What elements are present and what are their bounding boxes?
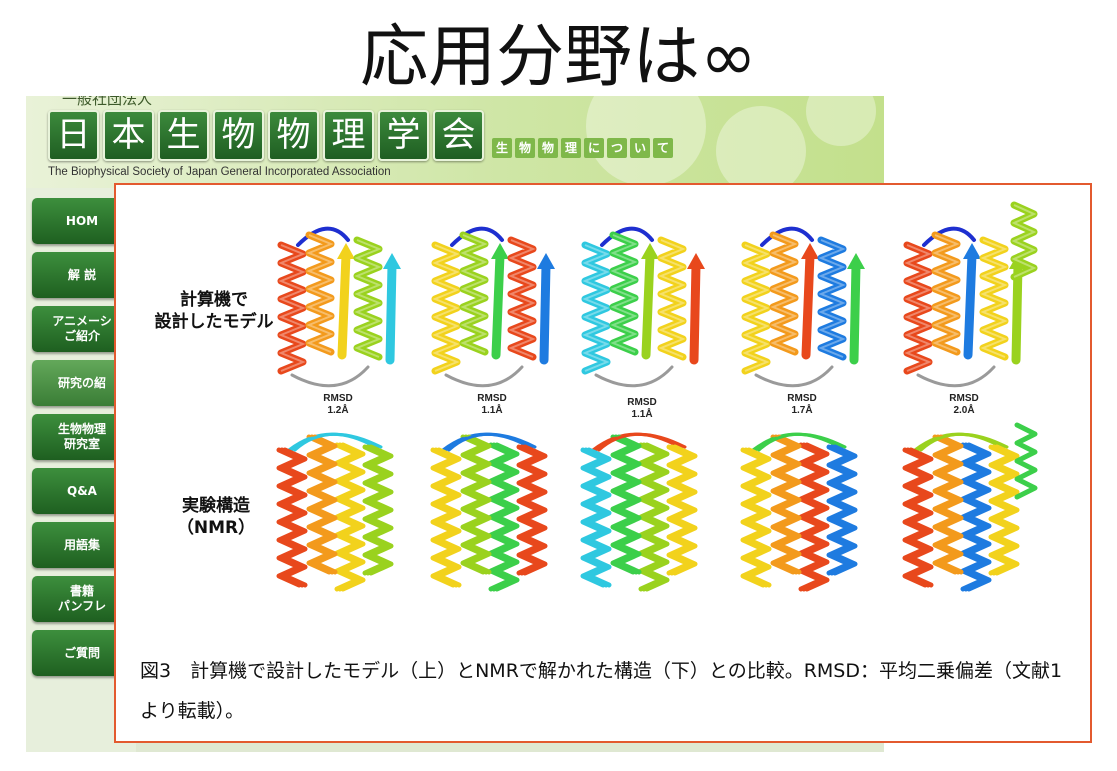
row-label-model: 計算機で 設計したモデル (154, 290, 274, 332)
loop-coil (594, 365, 674, 388)
rmsd-label: RMSD 1.7Å (787, 393, 817, 416)
about-char: い (630, 138, 650, 158)
model-structure (581, 226, 705, 388)
slide-title: 応用分野は∞ (360, 18, 757, 97)
helix-ribbon (804, 442, 830, 592)
rmsd-label: RMSD 2.0Å (949, 393, 979, 416)
beta-strand (385, 260, 397, 365)
model-structure (903, 201, 1038, 388)
logo-char: 物 (213, 110, 264, 161)
beta-strand-arrow (687, 253, 705, 269)
beta-strand-arrow (641, 243, 659, 259)
beta-strand-arrow (337, 243, 355, 259)
nmr-structure (580, 432, 698, 592)
beta-strand-arrow (537, 253, 555, 269)
about-char: 物 (538, 138, 558, 158)
site-header: 一般社団法人 日本生物物理学会 The Biophysical Society … (26, 96, 884, 196)
about-biophysics-link[interactable]: 生物物理について (492, 138, 673, 158)
beta-strand (801, 250, 815, 360)
loop-coil (754, 365, 834, 388)
figure-caption: 図3 計算機で設計したモデル（上）とNMRで解かれた構造（下）との比較。RMSD… (140, 660, 1063, 722)
beta-strand-arrow (491, 243, 509, 259)
about-char: て (653, 138, 673, 158)
beta-strand (849, 260, 861, 365)
beta-strand (337, 250, 351, 360)
rmsd-label: RMSD 1.1Å (627, 397, 657, 420)
helix-ribbon (966, 442, 992, 592)
loop-coil (290, 365, 370, 388)
model-structure (277, 226, 401, 388)
model-structure (431, 226, 555, 388)
logo-char: 日 (48, 110, 99, 161)
logo-char: 学 (378, 110, 429, 161)
society-logo[interactable]: 日本生物物理学会 (48, 110, 484, 161)
rmsd-label: RMSD 1.1Å (477, 393, 507, 416)
beta-strand (539, 260, 551, 365)
rmsd-label: RMSD 1.2Å (323, 393, 353, 416)
nmr-structure (430, 432, 548, 592)
beta-strand (491, 250, 505, 360)
beta-strand (641, 250, 655, 360)
org-type-label: 一般社団法人 (62, 96, 153, 108)
model-structure (741, 226, 865, 388)
about-char: 物 (515, 138, 535, 158)
nmr-structure (276, 432, 394, 592)
about-char: 生 (492, 138, 512, 158)
logo-char: 本 (103, 110, 154, 161)
beta-strand (689, 260, 701, 365)
beta-strand-arrow (963, 243, 981, 259)
loop-coil (916, 365, 996, 388)
beta-strand-arrow (383, 253, 401, 269)
nmr-structure (740, 432, 858, 592)
about-char: に (584, 138, 604, 158)
helix-ribbon (644, 442, 670, 592)
logo-char: 理 (323, 110, 374, 161)
loop-coil (444, 365, 524, 388)
logo-char: 物 (268, 110, 319, 161)
about-char: 理 (561, 138, 581, 158)
society-english-name: The Biophysical Society of Japan General… (48, 166, 391, 178)
row-label-nmr: 実験構造 （NMR） (176, 496, 256, 538)
beta-strand (963, 250, 977, 360)
protein-comparison-figure: 計算機で 設計したモデル 実験構造 （NMR） RMSD 1.2Å RMSD 1.… (114, 183, 1092, 743)
logo-char: 会 (433, 110, 484, 161)
helix-ribbon (1014, 422, 1038, 500)
logo-char: 生 (158, 110, 209, 161)
helix-ribbon (494, 442, 520, 592)
helix-ribbon (340, 442, 366, 592)
beta-strand-arrow (847, 253, 865, 269)
beta-strand-arrow (801, 243, 819, 259)
nmr-structure (902, 422, 1038, 592)
about-char: つ (607, 138, 627, 158)
